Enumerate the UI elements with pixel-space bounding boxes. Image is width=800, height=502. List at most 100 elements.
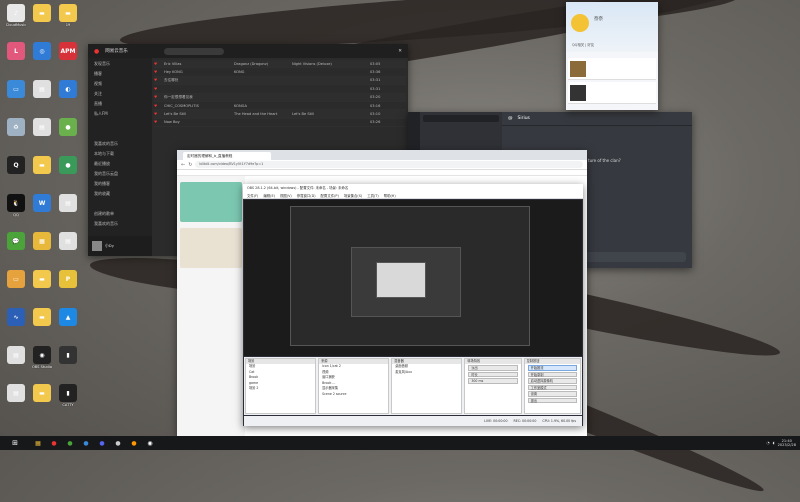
app-icon[interactable]: ◉ [144, 438, 156, 448]
scenes-item[interactable]: 场景 2 [246, 386, 315, 392]
desktop-icon[interactable]: ● [55, 118, 81, 152]
menu-item[interactable]: 帮助(H) [384, 193, 396, 198]
close-icon[interactable]: ✕ [398, 49, 402, 54]
desktop-icon[interactable]: ▤ [29, 118, 55, 152]
menu-item[interactable]: 工具(T) [367, 193, 379, 198]
sidebar-item[interactable]: 我的音乐云盘 [88, 168, 152, 178]
desktop-icon[interactable]: ▮ CATTY [55, 384, 81, 418]
menu-item[interactable]: 文件(F) [247, 193, 258, 198]
sidebar-item[interactable]: 创建的歌单 [88, 208, 152, 218]
desktop-icon[interactable]: Q [3, 156, 29, 190]
desktop-icon[interactable]: ▲ [55, 308, 81, 342]
sidebar-item[interactable]: 我的播客 [88, 178, 152, 188]
song-row[interactable]: ♥ Hey KONG KONG 03:36 [154, 68, 406, 77]
controls-item[interactable]: 工作室模式 [527, 384, 577, 390]
desktop-icon[interactable]: 💬 [3, 232, 29, 266]
obs-window[interactable]: OBS 28.1.2 (64-bit, windows) - 配置文件: 未命名… [243, 184, 583, 426]
desktop-icon[interactable]: ♻ [3, 118, 29, 152]
search-input[interactable] [163, 47, 224, 55]
controls-item[interactable]: 设置 [527, 391, 577, 397]
video-card[interactable] [180, 182, 242, 222]
desktop-icon[interactable]: W [29, 194, 55, 228]
sidebar-item[interactable]: 播客 [88, 68, 152, 78]
menu-item[interactable]: 场景集合(S) [344, 193, 362, 198]
app-icon[interactable]: ● [64, 438, 76, 448]
song-row[interactable]: ♥ Eric Villas Dragonz (Dragonz) Night Visio… [154, 60, 406, 69]
menu-item[interactable]: 配置文件(P) [321, 193, 339, 198]
heart-icon[interactable]: ♥ [154, 112, 164, 116]
desktop-icon[interactable]: ▬ [29, 4, 55, 38]
song-row[interactable]: ♥ 去往哪处 03:31 [154, 76, 406, 86]
sidebar-item[interactable]: 我喜欢的音乐 [88, 138, 152, 148]
sidebar-item[interactable]: 直播 [88, 98, 152, 108]
desktop-icon[interactable]: P [55, 270, 81, 304]
sidebar-item[interactable]: 关注 [88, 88, 152, 98]
controls-item[interactable]: 开始推流 [527, 365, 577, 371]
desktop-icon[interactable]: ▬ [29, 156, 55, 190]
sources-item[interactable]: Scene 2 source [319, 392, 388, 398]
desktop-icon[interactable]: ▬ [29, 384, 55, 418]
desktop-icon[interactable]: ▬ [29, 308, 55, 342]
desktop-icon[interactable]: ▭ [3, 270, 29, 304]
app-icon[interactable]: ● [80, 438, 92, 448]
desktop-icon[interactable]: ◎ [29, 42, 55, 76]
sidebar-item[interactable]: 发现音乐 [88, 58, 152, 68]
heart-icon[interactable]: ♥ [154, 78, 164, 82]
desktop-icon[interactable]: L [3, 42, 29, 76]
heart-icon[interactable]: ♥ [154, 87, 164, 91]
sidebar-item[interactable]: 视频 [88, 78, 152, 88]
app-icon[interactable]: ● [96, 438, 108, 448]
qq-window[interactable]: 奈奈 QQ相关 | 好友 [566, 2, 658, 110]
song-row[interactable]: ♥ Let's Be Still The Head and the Heart Let… [154, 110, 406, 119]
controls-item[interactable]: 开始录制 [527, 371, 577, 377]
obs-preview[interactable] [244, 200, 582, 356]
song-row[interactable]: ♥ CHIC_COSMOPLITIS KONGA 03:16 [154, 102, 406, 111]
transitions-item[interactable]: 淡出 [468, 365, 518, 371]
desktop-icon[interactable]: ▬ 19 [55, 4, 81, 38]
controls-item[interactable]: 启动虚拟摄像机 [527, 378, 577, 384]
desktop-icon[interactable]: ▤ [3, 384, 29, 418]
url-input[interactable]: bilibili.com/video/BV1yVt1Y7d9e?p=1 [195, 161, 583, 168]
app-icon[interactable]: ● [112, 438, 124, 448]
desktop-icon[interactable]: APM [55, 42, 81, 76]
app-icon[interactable]: ▦ [32, 438, 44, 448]
desktop-icon[interactable]: ◉ OBS Studio [29, 346, 55, 380]
app-icon[interactable]: ● [128, 438, 140, 448]
song-row[interactable]: ♥ 你一定很想看见我 03:20 [154, 93, 406, 102]
desktop-icon[interactable]: ▭ [3, 80, 29, 114]
volume-icon[interactable]: ◖ [773, 441, 775, 445]
heart-icon[interactable]: ♥ [154, 62, 164, 66]
mixer-item[interactable]: 麦克风/Aux [392, 370, 461, 376]
desktop-icon[interactable]: 🐧 QQ [3, 194, 29, 228]
reload-icon[interactable]: ↻ [188, 162, 192, 168]
avatar[interactable] [571, 14, 589, 32]
app-icon[interactable]: ● [48, 438, 60, 448]
feed-item[interactable] [568, 58, 656, 80]
sidebar-item[interactable]: 我的收藏 [88, 188, 152, 198]
desktop-icon[interactable]: ▮ [55, 346, 81, 380]
transitions-item[interactable]: 300 ms [468, 378, 518, 384]
network-icon[interactable]: ◔ [767, 441, 770, 445]
desktop-icon[interactable]: ▦ [29, 232, 55, 266]
menu-item[interactable]: 视图(V) [280, 193, 292, 198]
sidebar-item[interactable]: 本地与下载 [88, 148, 152, 158]
album-cover[interactable] [92, 241, 102, 251]
start-icon[interactable]: ⊞ [2, 438, 28, 448]
controls-item[interactable]: 退出 [527, 397, 577, 403]
search-input[interactable] [423, 115, 499, 122]
song-row[interactable]: ♥ 03:31 [154, 85, 406, 94]
desktop-icon[interactable]: ▬ [29, 270, 55, 304]
back-icon[interactable]: ← [181, 162, 185, 168]
desktop-icon[interactable]: ♪ CloudMusic [3, 4, 29, 38]
menu-item[interactable]: 停靠窗口(D) [297, 193, 316, 198]
desktop-icon[interactable]: ▤ [55, 194, 81, 228]
feed-item[interactable] [568, 82, 656, 104]
desktop-icon[interactable]: ◐ [55, 80, 81, 114]
sidebar-item[interactable]: 私人FM [88, 108, 152, 118]
browser-tab[interactable]: 定时器的理解和_b_直播教程 [183, 152, 271, 160]
sidebar-item[interactable]: 最近播放 [88, 158, 152, 168]
menu-item[interactable]: 编辑(E) [263, 193, 275, 198]
sidebar-item[interactable]: 我喜欢的音乐 [88, 218, 152, 228]
heart-icon[interactable]: ♥ [154, 104, 164, 108]
heart-icon[interactable]: ♥ [154, 70, 164, 74]
